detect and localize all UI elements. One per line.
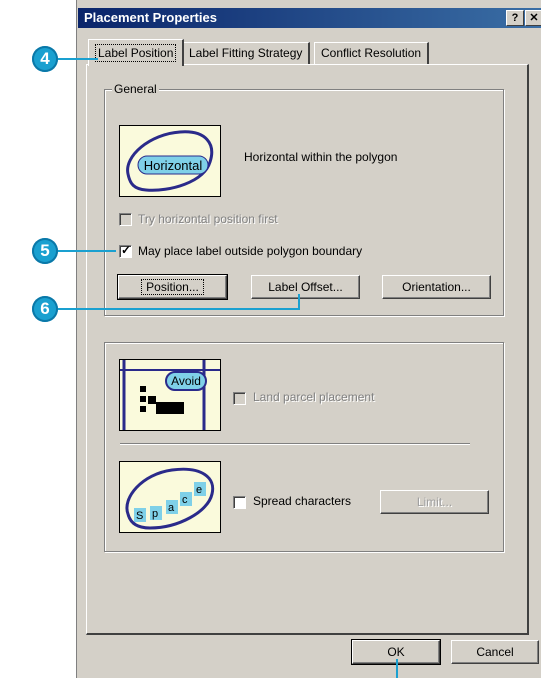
general-group-legend: General [112, 82, 159, 96]
placement-description: Horizontal within the polygon [244, 150, 398, 164]
svg-text:p: p [152, 508, 158, 520]
place-outside-checkbox[interactable]: ✓ [119, 243, 132, 258]
land-parcel-label: Land parcel placement [253, 390, 375, 404]
fitting-separator [120, 443, 470, 445]
title-bar[interactable]: Placement Properties ? ✕ [78, 8, 541, 28]
tab-label-fitting-strategy[interactable]: Label Fitting Strategy [182, 42, 311, 65]
ok-callout-leader [396, 659, 398, 678]
callout-4-leader [56, 58, 98, 60]
position-button[interactable]: Position... [117, 274, 228, 300]
close-button[interactable]: ✕ [525, 10, 541, 26]
svg-text:a: a [168, 502, 175, 514]
callout-5-leader [56, 250, 116, 252]
callout-4: 4 [32, 46, 58, 72]
limit-button[interactable]: Limit... [380, 490, 489, 514]
cancel-button[interactable]: Cancel [451, 640, 539, 664]
spread-characters-label: Spread characters [253, 494, 352, 508]
svg-text:S: S [136, 510, 143, 522]
label-offset-button[interactable]: Label Offset... [251, 275, 360, 299]
spread-characters-checkbox[interactable] [233, 496, 246, 509]
svg-text:c: c [182, 494, 188, 506]
help-button[interactable]: ? [506, 10, 524, 26]
window-title: Placement Properties [84, 10, 217, 25]
callout-6-leader-vertical [298, 294, 300, 310]
land-parcel-checkbox[interactable] [233, 392, 246, 405]
horizontal-preview-text: Horizontal [144, 158, 203, 173]
avoid-preview-text: Avoid [171, 374, 201, 388]
horizontal-preview-image: Horizontal [119, 125, 221, 197]
place-outside-label: May place label outside polygon boundary [138, 244, 363, 258]
orientation-button[interactable]: Orientation... [382, 275, 491, 299]
spread-preview-image: S p a c e [119, 461, 221, 533]
try-horizontal-checkbox[interactable] [119, 213, 132, 226]
avoid-preview-image: Avoid [119, 359, 221, 431]
callout-6-leader [56, 308, 300, 310]
try-horizontal-label: Try horizontal position first [138, 212, 278, 226]
svg-text:e: e [196, 484, 202, 496]
checkmark-icon: ✓ [121, 243, 132, 257]
tab-conflict-resolution[interactable]: Conflict Resolution [314, 42, 430, 65]
callout-5: 5 [32, 238, 58, 264]
tab-label-position[interactable]: Label Position [88, 39, 185, 66]
callout-6: 6 [32, 296, 58, 322]
